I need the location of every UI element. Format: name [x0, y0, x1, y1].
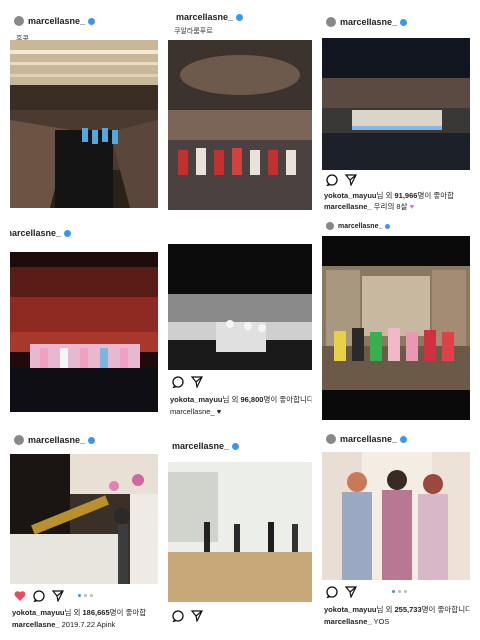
post-photo[interactable]: [322, 452, 470, 580]
action-bar: [172, 610, 203, 622]
post-photo[interactable]: [10, 454, 158, 584]
post-8: marcellasne_: [168, 436, 312, 632]
avatar[interactable]: [14, 435, 24, 445]
post-photo[interactable]: [322, 38, 470, 170]
username[interactable]: marcellasne_: [10, 228, 61, 238]
username[interactable]: marcellasne_: [176, 12, 233, 22]
share-icon[interactable]: [191, 610, 203, 622]
verified-icon: [88, 17, 96, 25]
caption-username[interactable]: marcellasne_: [12, 620, 60, 629]
caption: marcellasne_ ♥: [170, 407, 221, 416]
post-3: marcellasne_ yokota_mayuu님 외 91,966명이 좋아…: [322, 10, 470, 210]
likes-line[interactable]: yokota_mayuu님 외 96,800명이 좋아합니다: [170, 394, 312, 405]
caption-username[interactable]: marcellasne_: [324, 617, 372, 626]
post-header: marcellasne_: [168, 10, 312, 24]
username[interactable]: marcellasne_: [340, 17, 397, 27]
post-photo[interactable]: [10, 252, 158, 412]
liked-by-user[interactable]: yokota_mayuu: [170, 395, 223, 404]
post-4: marcellasne_: [10, 222, 158, 422]
username[interactable]: marcellasne_: [28, 435, 85, 445]
caption: marcellasne_ YOS: [324, 617, 389, 626]
caption: marcellasne_ 2019.7.22 Apink: [12, 620, 115, 629]
likes-suffix: 명이 좋아합니다: [421, 605, 470, 614]
likes-suffix: 명이 좋아합: [417, 191, 455, 200]
liked-by-user[interactable]: yokota_mayuu: [324, 191, 377, 200]
post-photo[interactable]: [10, 40, 158, 208]
post-header: marcellasne_: [10, 222, 158, 244]
post-1: marcellasne_ 홍콩: [10, 10, 158, 210]
caption-username[interactable]: marcellasne_: [170, 407, 215, 416]
likes-suffix: 명이 좋아합: [109, 608, 147, 617]
comment-icon[interactable]: [326, 174, 338, 186]
verified-icon: [64, 229, 72, 237]
username[interactable]: marcellasne_: [340, 434, 397, 444]
post-photo[interactable]: [168, 244, 312, 370]
verified-icon: [236, 13, 244, 21]
likes-text: 님 외: [376, 605, 395, 614]
share-icon[interactable]: [52, 590, 64, 602]
likes-suffix: 명이 좋아합니다: [263, 395, 312, 404]
post-5: yokota_mayuu님 외 96,800명이 좋아합니다 marcellas…: [168, 244, 312, 422]
verified-icon: [232, 442, 240, 450]
avatar[interactable]: [14, 16, 24, 26]
liked-by-user[interactable]: yokota_mayuu: [12, 608, 65, 617]
post-7: marcellasne_ yokota_mayuu님 외 186,665명이 좋…: [10, 430, 158, 634]
post-header: marcellasne_: [322, 218, 470, 234]
heart-icon[interactable]: [14, 590, 26, 602]
post-header: marcellasne_: [168, 436, 312, 456]
username[interactable]: marcellasne_: [28, 16, 85, 26]
share-icon[interactable]: [191, 376, 203, 388]
avatar[interactable]: [326, 434, 336, 444]
username[interactable]: marcellasne_: [172, 441, 229, 451]
action-bar: [172, 376, 203, 388]
post-2: marcellasne_ 쿠알라룸푸르: [168, 10, 312, 210]
caption-text: 우리의 8살: [373, 202, 408, 210]
share-icon[interactable]: [345, 174, 357, 186]
post-header: marcellasne_: [10, 430, 158, 450]
likes-count[interactable]: 186,665: [83, 608, 110, 617]
carousel-dots: [78, 594, 93, 597]
comment-icon[interactable]: [33, 590, 45, 602]
comment-icon[interactable]: [172, 376, 184, 388]
username[interactable]: marcellasne_: [338, 223, 382, 230]
comment-icon[interactable]: [172, 610, 184, 622]
verified-icon: [385, 223, 391, 229]
action-bar: [326, 174, 357, 186]
carousel-dots: [392, 590, 407, 593]
caption-text: YOS: [373, 617, 390, 626]
action-bar: [14, 590, 64, 602]
caption-text: 2019.7.22 Apink: [61, 620, 116, 629]
post-photo[interactable]: [168, 40, 312, 210]
action-bar: [326, 586, 357, 598]
black-heart-icon: ♥: [216, 407, 222, 416]
share-icon[interactable]: [345, 586, 357, 598]
likes-count[interactable]: 91,966: [395, 191, 418, 200]
post-6: marcellasne_: [322, 218, 470, 420]
caption: marcellasne_ 우리의 8살 ♥: [324, 201, 414, 210]
verified-icon: [400, 435, 408, 443]
likes-line[interactable]: yokota_mayuu님 외 255,733명이 좋아합니다: [324, 604, 470, 615]
likes-line[interactable]: yokota_mayuu님 외 186,665명이 좋아합: [12, 607, 146, 618]
likes-count[interactable]: 255,733: [395, 605, 422, 614]
likes-text: 님 외: [222, 395, 241, 404]
comment-icon[interactable]: [326, 586, 338, 598]
verified-icon: [88, 436, 96, 444]
caption-username[interactable]: marcellasne_: [324, 202, 372, 210]
post-header: marcellasne_: [10, 10, 158, 32]
avatar[interactable]: [326, 17, 336, 27]
post-photo[interactable]: [322, 236, 470, 420]
liked-by-user[interactable]: yokota_mayuu: [324, 605, 377, 614]
likes-line[interactable]: yokota_mayuu님 외 91,966명이 좋아합: [324, 190, 454, 201]
likes-text: 님 외: [64, 608, 83, 617]
post-header: marcellasne_: [322, 10, 470, 34]
post-photo[interactable]: [168, 462, 312, 602]
likes-text: 님 외: [376, 191, 395, 200]
verified-icon: [400, 18, 408, 26]
avatar[interactable]: [326, 222, 334, 230]
post-header: marcellasne_: [322, 430, 470, 448]
post-9: marcellasne_ yokota_mayuu님 외 255,733명이 좋…: [322, 430, 470, 634]
location[interactable]: 쿠알라룸푸르: [174, 26, 213, 36]
likes-count[interactable]: 96,800: [241, 395, 264, 404]
heart-emoji-icon: ♥: [409, 202, 415, 210]
